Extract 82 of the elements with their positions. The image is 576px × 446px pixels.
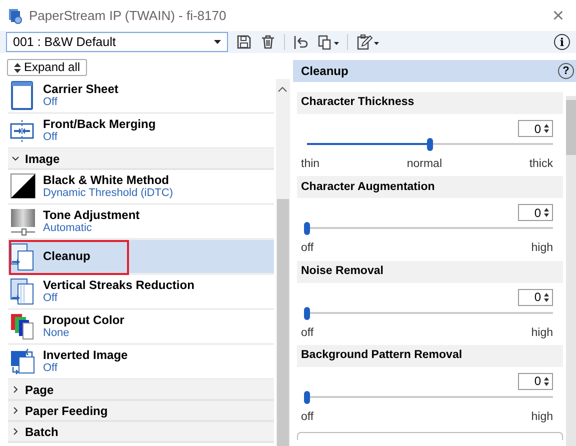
item-title: Vertical Streaks Reduction bbox=[43, 279, 194, 292]
number-spinner[interactable]: 0 bbox=[518, 288, 553, 306]
item-title: Black & White Method bbox=[43, 174, 170, 187]
item-title: Front/Back Merging bbox=[43, 118, 156, 131]
scale-label: thick bbox=[529, 157, 553, 172]
chevron-right-icon bbox=[12, 386, 19, 393]
setting-title: Background Pattern Removal bbox=[297, 344, 563, 367]
dropout-setting-icon bbox=[10, 312, 36, 341]
panel-title: Cleanup bbox=[301, 63, 348, 80]
sidebar-item[interactable]: Dropout Color None bbox=[8, 310, 274, 345]
scale-label: high bbox=[531, 326, 553, 340]
item-title: Cleanup bbox=[43, 250, 90, 263]
section-header[interactable]: Batch bbox=[8, 422, 274, 443]
chevron-right-icon bbox=[12, 407, 19, 414]
slider-thumb[interactable] bbox=[304, 306, 310, 320]
window-title: PaperStream IP (TWAIN) - fi-8170 bbox=[29, 6, 226, 25]
streaks-setting-icon bbox=[10, 277, 36, 306]
slider[interactable] bbox=[307, 222, 553, 234]
number-spinner[interactable]: 0 bbox=[518, 204, 553, 222]
item-value: Off bbox=[43, 131, 58, 143]
scale-label: off bbox=[301, 410, 314, 425]
slider[interactable] bbox=[307, 138, 553, 150]
cleanup-setting-icon bbox=[10, 242, 36, 271]
spin-arrows-icon bbox=[544, 376, 549, 386]
chevron-right-icon bbox=[12, 428, 19, 435]
item-value: Automatic bbox=[43, 222, 93, 234]
scale-label: normal bbox=[406, 157, 442, 172]
scale-label: thin bbox=[301, 157, 320, 172]
spin-arrows-icon bbox=[544, 124, 549, 133]
undo-icon[interactable] bbox=[293, 34, 309, 50]
tone-setting-icon bbox=[10, 207, 36, 236]
save-icon[interactable] bbox=[236, 34, 252, 50]
sidebar-item[interactable]: Carrier Sheet Off bbox=[8, 79, 274, 114]
scrollbar[interactable] bbox=[276, 79, 290, 446]
sidebar-item[interactable]: Cleanup bbox=[8, 240, 274, 275]
setting-title: Character Augmentation bbox=[297, 176, 563, 198]
spin-arrows-icon bbox=[544, 208, 549, 218]
scrollbar[interactable] bbox=[566, 96, 576, 446]
scroll-up-icon bbox=[278, 87, 288, 92]
scale-label: off bbox=[301, 241, 314, 256]
sort-icon bbox=[14, 62, 21, 72]
scale-label: off bbox=[301, 326, 314, 340]
section-header[interactable]: Image bbox=[8, 149, 274, 170]
carrier-setting-icon bbox=[10, 81, 36, 110]
setting-title: Noise Removal bbox=[297, 260, 563, 282]
invert-setting-icon bbox=[10, 347, 36, 376]
scale-label: high bbox=[531, 241, 553, 256]
chevron-down-icon bbox=[12, 155, 19, 162]
caret-icon bbox=[214, 40, 221, 44]
bw-setting-icon bbox=[10, 172, 36, 201]
item-value: Dynamic Threshold (iDTC) bbox=[43, 187, 173, 199]
copy-icon[interactable] bbox=[317, 34, 339, 50]
expand-all-button[interactable]: Expand all bbox=[7, 59, 88, 76]
item-value: Off bbox=[43, 96, 58, 108]
sidebar-item[interactable]: Vertical Streaks Reduction Off bbox=[8, 275, 274, 310]
slider-thumb[interactable] bbox=[427, 138, 433, 151]
spin-arrows-icon bbox=[544, 292, 549, 302]
item-title: Tone Adjustment bbox=[43, 209, 140, 222]
item-title: Dropout Color bbox=[43, 314, 124, 327]
item-value: Off bbox=[43, 362, 58, 374]
app-icon bbox=[8, 8, 22, 24]
slider-thumb[interactable] bbox=[304, 222, 310, 236]
close-button[interactable]: × bbox=[548, 6, 568, 26]
scale-label: high bbox=[531, 410, 553, 425]
slider[interactable] bbox=[307, 390, 553, 403]
info-button[interactable]: i bbox=[554, 34, 570, 50]
trash-icon[interactable] bbox=[260, 34, 276, 50]
slider[interactable] bbox=[307, 306, 553, 318]
setting-title: Character Thickness bbox=[297, 92, 563, 114]
help-button[interactable]: ? bbox=[558, 63, 574, 79]
item-value: None bbox=[43, 327, 70, 339]
item-value: Off bbox=[43, 292, 58, 304]
number-spinner[interactable]: 0 bbox=[518, 120, 553, 137]
item-title: Inverted Image bbox=[43, 349, 128, 362]
edit-icon[interactable] bbox=[356, 34, 380, 50]
section-header[interactable]: Paper Feeding bbox=[8, 401, 274, 422]
profile-dropdown[interactable]: 001 : B&W Default bbox=[6, 32, 228, 52]
section-header[interactable]: Page bbox=[8, 380, 274, 401]
item-title: Carrier Sheet bbox=[43, 83, 118, 96]
sidebar-item[interactable]: Black & White Method Dynamic Threshold (iDTC) bbox=[8, 170, 274, 205]
number-spinner[interactable]: 0 bbox=[518, 372, 553, 390]
slider-thumb[interactable] bbox=[304, 390, 310, 404]
